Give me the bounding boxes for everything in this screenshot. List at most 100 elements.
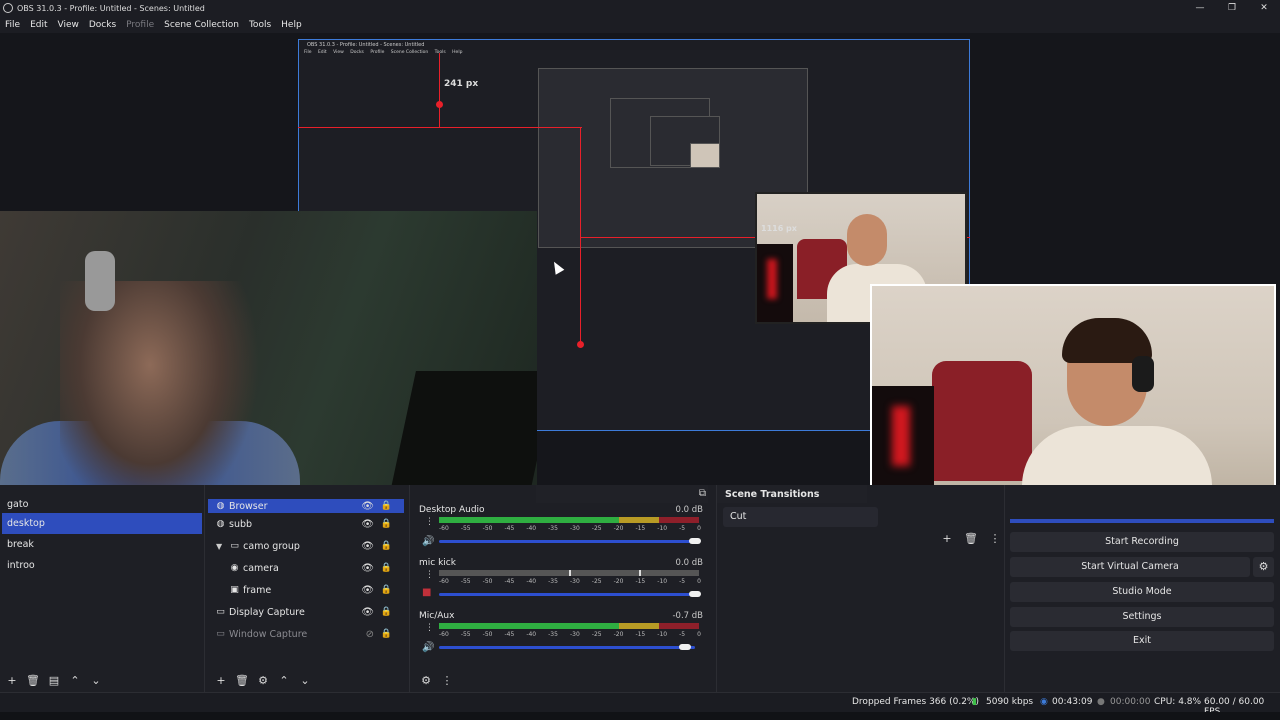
start-recording-button[interactable]: Start Recording xyxy=(1010,532,1274,552)
add-transition-button[interactable]: + xyxy=(939,530,955,546)
monitor xyxy=(384,371,537,485)
eye-icon[interactable]: 👁 xyxy=(361,607,374,618)
lock-icon[interactable]: 🔒 xyxy=(381,541,392,551)
image-icon: ▣ xyxy=(230,585,239,595)
lock-icon[interactable]: 🔒 xyxy=(381,501,392,511)
source-item-subb[interactable]: ◍ subb 👁 🔒 xyxy=(208,513,404,535)
headboard xyxy=(932,361,1032,481)
eye-icon[interactable]: 👁 xyxy=(361,519,374,530)
virtual-camera-settings-gear-icon[interactable]: ⚙ xyxy=(1253,557,1274,577)
add-source-button[interactable]: + xyxy=(213,672,229,688)
volume-slider-knob[interactable] xyxy=(679,644,691,650)
source-properties-button[interactable]: ⚙ xyxy=(255,672,271,688)
volume-slider[interactable] xyxy=(439,540,695,543)
scene-item[interactable]: introo xyxy=(2,555,202,576)
channel-name: mic kick xyxy=(419,558,456,568)
channel-menu-icon[interactable]: ⋮ xyxy=(425,623,434,633)
muted-speaker-icon[interactable]: ■ xyxy=(422,587,431,598)
menu-help[interactable]: Help xyxy=(276,20,307,30)
lock-icon[interactable]: 🔒 xyxy=(381,585,392,595)
exit-button[interactable]: Exit xyxy=(1010,631,1274,651)
pc-tower xyxy=(872,386,934,485)
volume-slider[interactable] xyxy=(439,646,695,649)
channel-menu-icon[interactable]: ⋮ xyxy=(425,517,434,527)
mixer-channels: Desktop Audio 0.0 dB ⋮ -60 -55 -50 -45 -40 -3… xyxy=(413,505,713,662)
status-bar: Dropped Frames 366 (0.2%) ▮ 5090 kbps ◉ … xyxy=(0,692,1280,717)
scene-item[interactable]: gato xyxy=(2,500,202,513)
menu-view[interactable]: View xyxy=(53,20,84,30)
camera-source-right[interactable] xyxy=(870,284,1276,485)
source-item-browser[interactable]: ◍ Browser 👁 🔒 xyxy=(208,499,404,513)
move-down-button[interactable]: ⌄ xyxy=(297,672,313,688)
start-virtual-camera-button[interactable]: Start Virtual Camera xyxy=(1010,557,1250,577)
menu-scene-collection[interactable]: Scene Collection xyxy=(159,20,244,30)
sources-toolbar: + 🗑 ⚙ ⌃ ⌄ xyxy=(213,672,313,688)
source-item-camo-group[interactable]: ▼ ▭ camo group 👁 🔒 xyxy=(208,535,404,557)
source-item-display-capture[interactable]: ▭ Display Capture 👁 🔒 xyxy=(208,601,404,623)
folder-icon: ▭ xyxy=(230,541,239,551)
source-label: subb xyxy=(229,518,253,530)
channel-db: 0.0 dB xyxy=(675,505,703,515)
menu-edit[interactable]: Edit xyxy=(25,20,52,30)
eye-icon[interactable]: 👁 xyxy=(361,541,374,552)
camera-source-left[interactable] xyxy=(0,211,537,485)
eye-icon[interactable]: 👁 xyxy=(361,563,374,574)
menu-tools[interactable]: Tools xyxy=(244,20,276,30)
minimize-button[interactable]: — xyxy=(1184,0,1216,16)
scene-item[interactable]: break xyxy=(2,534,202,555)
scene-filters-button[interactable]: ▤ xyxy=(46,672,62,688)
undock-icon[interactable]: ⧉ xyxy=(699,488,706,499)
volume-slider-knob[interactable] xyxy=(689,591,701,597)
menu-docks[interactable]: Docks xyxy=(84,20,121,30)
source-item-window-capture[interactable]: ▭ Window Capture ⊘ 🔒 xyxy=(208,623,404,645)
channel-name: Mic/Aux xyxy=(419,611,455,621)
monitor-icon: ▭ xyxy=(216,607,225,617)
measure-line xyxy=(439,53,440,127)
remove-source-button[interactable]: 🗑 xyxy=(234,672,250,688)
move-up-button[interactable]: ⌃ xyxy=(276,672,292,688)
source-item-frame[interactable]: ▣ frame 👁 🔒 xyxy=(208,579,404,601)
remove-scene-button[interactable]: 🗑 xyxy=(25,672,41,688)
lock-icon[interactable]: 🔒 xyxy=(381,519,392,529)
lock-icon[interactable]: 🔒 xyxy=(381,607,392,617)
eye-hidden-icon[interactable]: ⊘ xyxy=(366,629,374,640)
preview-canvas[interactable]: OBS 31.0.3 - Profile: Untitled - Scenes:… xyxy=(0,33,1280,485)
menu-profile[interactable]: Profile xyxy=(121,20,159,30)
title-bar: OBS 31.0.3 - Profile: Untitled - Scenes:… xyxy=(0,0,1280,16)
eye-icon[interactable]: 👁 xyxy=(361,501,374,512)
speaker-icon[interactable]: 🔊 xyxy=(422,642,434,653)
volume-slider-knob[interactable] xyxy=(689,538,701,544)
remove-transition-button[interactable]: 🗑 xyxy=(963,530,979,546)
scene-item-active[interactable]: desktop xyxy=(2,513,202,534)
settings-button[interactable]: Settings xyxy=(1010,607,1274,627)
move-down-button[interactable]: ⌄ xyxy=(88,672,104,688)
advanced-audio-settings-icon[interactable]: ⚙ xyxy=(418,672,434,688)
volume-slider[interactable] xyxy=(439,593,695,596)
maximize-button[interactable]: ❐ xyxy=(1216,0,1248,16)
add-scene-button[interactable]: + xyxy=(4,672,20,688)
lock-icon[interactable]: 🔒 xyxy=(381,629,392,639)
menu-file[interactable]: File xyxy=(0,20,25,30)
transition-menu-icon[interactable]: ⋮ xyxy=(987,530,1003,546)
measure-handle[interactable] xyxy=(577,341,584,348)
nested-menu-bar: File Edit View Docks Profile Scene Colle… xyxy=(299,50,969,58)
nested-menu-item: File xyxy=(304,50,312,55)
headset xyxy=(1132,356,1154,392)
channel-menu-icon[interactable]: ⋮ xyxy=(425,570,434,580)
eye-icon[interactable]: 👁 xyxy=(361,585,374,596)
person xyxy=(60,281,260,485)
close-button[interactable]: ✕ xyxy=(1248,0,1280,16)
source-label: Window Capture xyxy=(229,628,308,640)
speaker-icon[interactable]: 🔊 xyxy=(422,536,434,547)
lock-icon[interactable]: 🔒 xyxy=(381,563,392,573)
meter-scale: -60 -55 -50 -45 -40 -35 -30 -25 -20 -15 -10 -5 0 xyxy=(439,578,701,585)
collapse-caret-icon[interactable]: ▼ xyxy=(216,542,222,551)
move-up-button[interactable]: ⌃ xyxy=(67,672,83,688)
mixer-menu-icon[interactable]: ⋮ xyxy=(439,672,455,688)
source-item-camera[interactable]: ◉ camera 👁 🔒 xyxy=(208,557,404,579)
nested-menu-item: Profile xyxy=(370,50,385,55)
transition-select[interactable]: Cut xyxy=(723,507,878,527)
measure-handle[interactable] xyxy=(436,101,443,108)
camera-icon: ◉ xyxy=(230,563,239,573)
studio-mode-button[interactable]: Studio Mode xyxy=(1010,582,1274,602)
